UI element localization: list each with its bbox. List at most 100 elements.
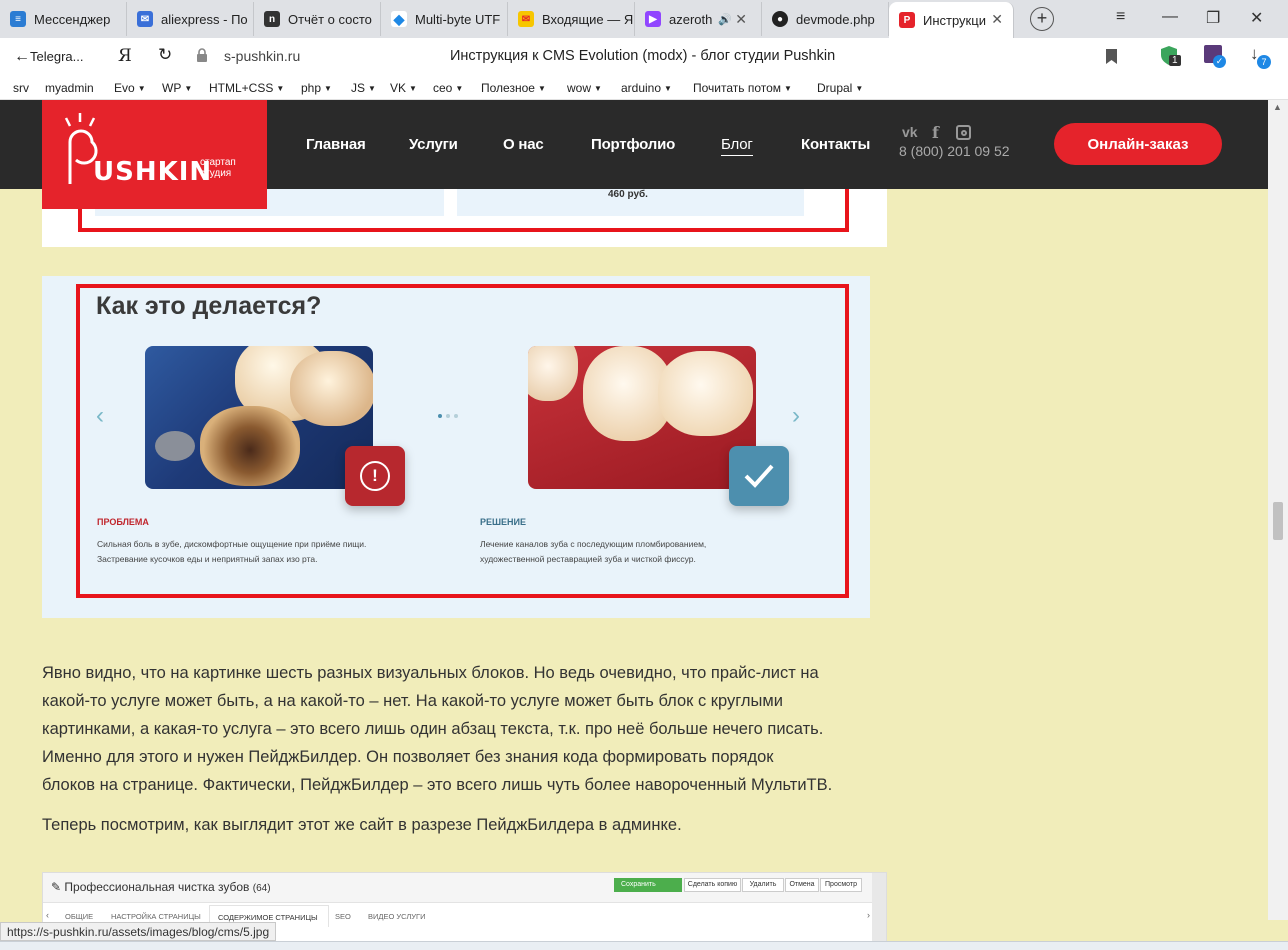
extension-game-icon[interactable]: ✓ — [1204, 45, 1228, 69]
close-icon[interactable]: ✕ — [735, 11, 747, 28]
admin-save-button: Сохранить — [614, 878, 682, 892]
carousel-dot — [446, 414, 450, 418]
url-domain[interactable]: s-pushkin.ru — [224, 48, 300, 64]
bookmark-item[interactable]: myadmin — [45, 81, 94, 95]
extension-shield-icon[interactable]: 1 — [1160, 45, 1182, 67]
bookmark-item[interactable]: srv — [13, 81, 29, 95]
nav-portfolio[interactable]: Портфолио — [591, 136, 675, 153]
logo-wordmark: USHKIN — [93, 157, 213, 187]
browser-tab[interactable]: ≡ Мессенджер — [0, 2, 127, 36]
minimize-icon[interactable]: — — [1162, 8, 1178, 26]
nav-contacts[interactable]: Контакты — [801, 136, 870, 153]
arrow-left-icon: ← — [14, 48, 30, 65]
chevron-right-icon: › — [867, 910, 870, 920]
page-scrollbar[interactable]: ▲ — [1268, 100, 1288, 920]
drupal-icon: ◆ — [391, 11, 407, 27]
instagram-icon[interactable] — [956, 125, 971, 140]
lock-icon[interactable] — [196, 48, 208, 63]
browser-tab[interactable]: ▶ azeroth 🔊 ✕ — [635, 2, 762, 36]
close-window-icon[interactable]: ✕ — [1250, 8, 1263, 28]
bookmark-icon[interactable] — [1106, 49, 1117, 64]
tab-label: devmode.php — [796, 11, 875, 27]
tab-label: Мессенджер — [34, 11, 111, 27]
admin-tab: ОБЩИЕ — [65, 912, 94, 921]
carousel-dot-active — [438, 414, 442, 418]
extension-badge: 1 — [1169, 55, 1181, 66]
address-bar: ←Telegra... Я ↻ s-pushkin.ru Инструкция … — [0, 38, 1288, 76]
menu-icon[interactable]: ≡ — [1116, 8, 1125, 26]
solution-tooth-photo — [528, 346, 756, 489]
carousel-dot — [454, 414, 458, 418]
chevron-left-icon: ‹ — [96, 402, 104, 429]
vk-icon[interactable]: vk — [902, 124, 918, 140]
scroll-thumb[interactable] — [1273, 502, 1283, 540]
bookmark-folder[interactable]: php ▼ — [301, 81, 332, 95]
notion-icon: n — [264, 11, 280, 27]
yandex-logo-icon[interactable]: Я — [118, 46, 132, 66]
messenger-icon: ≡ — [10, 11, 26, 27]
bookmark-folder[interactable]: wow ▼ — [567, 81, 602, 95]
tab-label: Multi-byte UTF — [415, 11, 501, 27]
restore-icon[interactable]: ❐ — [1206, 8, 1220, 28]
bookmark-folder[interactable]: Drupal ▼ — [817, 81, 863, 95]
tab-label: Инструкци — [923, 12, 986, 28]
new-tab-icon[interactable]: + — [1030, 7, 1054, 31]
pushkin-favicon-icon: P — [899, 12, 915, 28]
online-order-button[interactable]: Онлайн-заказ — [1054, 123, 1222, 165]
audio-icon[interactable]: 🔊 — [718, 13, 732, 26]
pushkin-logo[interactable]: USHKIN стартап студия — [42, 100, 267, 209]
browser-tab[interactable]: n Отчёт о состо — [254, 2, 381, 36]
close-icon[interactable]: ✕ — [991, 11, 1003, 28]
warning-icon: ! — [345, 446, 405, 506]
github-icon: ● — [772, 11, 788, 27]
bookmark-folder[interactable]: Почитать потом ▼ — [693, 81, 792, 95]
chevron-left-icon: ‹ — [46, 910, 49, 920]
admin-delete-button: Удалить — [742, 878, 784, 892]
browser-tab[interactable]: ✉ aliexpress - По — [127, 2, 254, 36]
nav-home[interactable]: Главная — [306, 136, 366, 153]
taskbar — [0, 941, 1288, 950]
yandex-mail-icon: ✉ — [518, 11, 534, 27]
nav-services[interactable]: Услуги — [409, 136, 458, 153]
tab-label: azeroth — [669, 11, 713, 27]
admin-tab: ВИДЕО УСЛУГИ — [368, 912, 426, 921]
check-icon — [729, 446, 789, 506]
admin-title: ✎ Профессиональная чистка зубов (64) — [51, 880, 271, 894]
tab-label: Отчёт о состо — [288, 11, 372, 27]
bookmarks-bar: srv myadmin Evo ▼ WP ▼ HTML+CSS ▼ php ▼ JS ▼ … — [0, 76, 1288, 100]
bookmark-folder[interactable]: Полезное ▼ — [481, 81, 546, 95]
solution-text: Лечение каналов зуба с последующим пломб… — [480, 539, 707, 564]
bookmark-folder[interactable]: VK ▼ — [390, 81, 417, 95]
facebook-icon[interactable]: f — [932, 123, 939, 142]
download-badge: 7 — [1257, 55, 1271, 69]
scroll-up-icon[interactable]: ▲ — [1273, 102, 1282, 112]
bookmark-folder[interactable]: сео ▼ — [433, 81, 463, 95]
tab-label: aliexpress - По — [161, 11, 248, 27]
article-paragraph-2: Теперь посмотрим, как выглядит этот же с… — [42, 816, 682, 834]
problem-tooth-photo — [145, 346, 373, 489]
page-title[interactable]: Инструкция к CMS Evolution (modx) - блог… — [450, 48, 835, 64]
browser-tab-active[interactable]: P Инструкци ✕ — [889, 2, 1014, 38]
nav-about[interactable]: О нас — [503, 136, 544, 153]
bookmark-folder[interactable]: HTML+CSS ▼ — [209, 81, 284, 95]
browser-tab[interactable]: ● devmode.php — [762, 2, 889, 36]
admin-tab: НАСТРОЙКА СТРАНИЦЫ — [111, 912, 201, 921]
bookmark-folder[interactable]: JS ▼ — [351, 81, 376, 95]
status-url: https://s-pushkin.ru/assets/images/blog/… — [0, 922, 277, 941]
nav-blog[interactable]: Блог — [721, 136, 753, 156]
phone-number[interactable]: 8 (800) 201 09 52 — [899, 143, 1010, 159]
bookmark-folder[interactable]: WP ▼ — [162, 81, 192, 95]
chevron-right-icon: › — [792, 402, 800, 429]
browser-tab[interactable]: ✉ Входящие — Я — [508, 2, 635, 36]
article-paragraph: Явно видно, что на картинке шесть разных… — [42, 664, 833, 794]
tab-label: Входящие — Я — [542, 11, 634, 27]
problem-label: ПРОБЛЕМА — [97, 517, 149, 527]
admin-tab: SEO — [335, 912, 351, 921]
admin-view-button: Просмотр — [820, 878, 862, 892]
reload-icon[interactable]: ↻ — [158, 45, 172, 65]
bookmark-folder[interactable]: Evo ▼ — [114, 81, 146, 95]
bookmark-folder[interactable]: arduino ▼ — [621, 81, 672, 95]
admin-copy-button: Сделать копию — [684, 878, 741, 892]
browser-tab[interactable]: ◆ Multi-byte UTF — [381, 2, 508, 36]
back-button[interactable]: ←Telegra... — [14, 48, 83, 66]
